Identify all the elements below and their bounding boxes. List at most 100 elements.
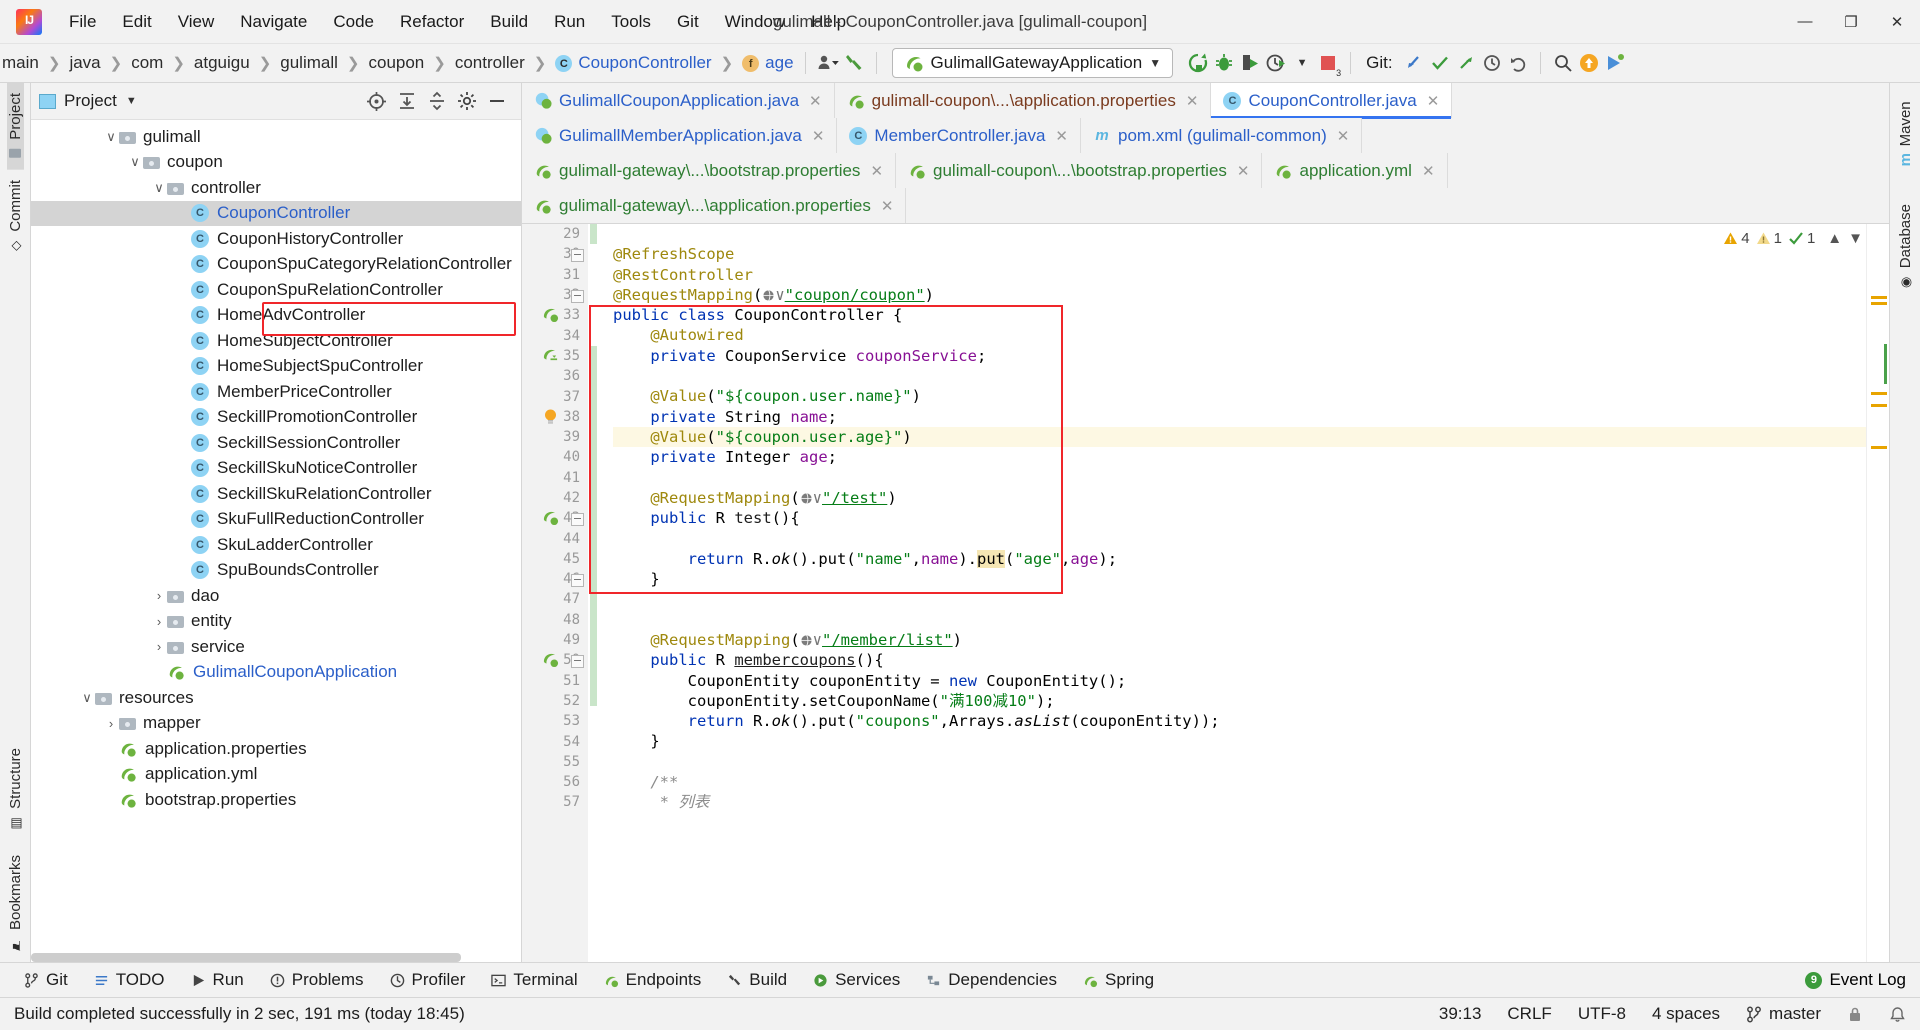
- gutter-line-48[interactable]: 48: [522, 610, 588, 630]
- sidebar-item-project[interactable]: Project: [6, 83, 24, 170]
- inspection-summary[interactable]: 4 1 1 ▲ ▼: [1723, 230, 1863, 247]
- gutter-line-31[interactable]: 31: [522, 265, 588, 285]
- chevron-right-icon[interactable]: ›: [151, 614, 167, 629]
- code-line-35[interactable]: private CouponService couponService;: [613, 346, 1889, 366]
- gear-icon[interactable]: [457, 91, 477, 111]
- code-line-53[interactable]: return R.ok().put("coupons",Arrays.asLis…: [613, 711, 1889, 731]
- gutter-line-45[interactable]: 45: [522, 549, 588, 569]
- gutter-line-55[interactable]: 55: [522, 752, 588, 772]
- code-line-32[interactable]: @RequestMapping(∨"coupon/coupon"): [613, 285, 1889, 305]
- spring-autowire-gutter-icon[interactable]: [542, 347, 560, 365]
- gutter-line-47[interactable]: 47: [522, 589, 588, 609]
- debug-icon[interactable]: [1211, 50, 1237, 76]
- menu-item-code[interactable]: Code: [320, 8, 387, 36]
- code-line-38[interactable]: private String name;: [613, 407, 1889, 427]
- tree-file-HomeSubjectSpuController[interactable]: C HomeSubjectSpuController: [31, 354, 521, 380]
- chevron-down-icon-2[interactable]: ▼: [1289, 50, 1315, 76]
- project-tree[interactable]: ∨ gulimall ∨ coupon ∨ controller C CouponContro…: [31, 120, 521, 962]
- intention-bulb-icon[interactable]: [542, 408, 560, 426]
- project-tree-horizontal-scrollbar[interactable]: [31, 953, 461, 962]
- tree-folder-dao[interactable]: › dao: [31, 583, 521, 609]
- ide-assistant-icon[interactable]: [1602, 50, 1628, 76]
- sidebar-item-commit[interactable]: ◇ Commit: [7, 170, 24, 264]
- history-icon[interactable]: [1479, 50, 1505, 76]
- build-hammer-icon[interactable]: [841, 50, 867, 76]
- close-button[interactable]: ✕: [1874, 0, 1920, 43]
- code-line-37[interactable]: @Value("${coupon.user.name}"): [613, 386, 1889, 406]
- tree-file-CouponSpuRelationController[interactable]: C CouponSpuRelationController: [31, 277, 521, 303]
- sidebar-item-bookmarks[interactable]: ⚑ Bookmarks: [7, 841, 24, 962]
- tree-file-application.properties[interactable]: application.properties: [31, 736, 521, 762]
- menu-item-refactor[interactable]: Refactor: [387, 8, 477, 36]
- line-separator[interactable]: CRLF: [1507, 1004, 1551, 1024]
- git-push-icon[interactable]: [1453, 50, 1479, 76]
- tool-window-terminal[interactable]: Terminal: [479, 967, 589, 993]
- hide-panel-icon[interactable]: [487, 91, 507, 111]
- search-icon[interactable]: [1550, 50, 1576, 76]
- tree-file-CouponController[interactable]: C CouponController: [31, 200, 521, 226]
- code-line-46[interactable]: }: [613, 569, 1889, 589]
- editor-tab-gulimallcouponapplication-java[interactable]: GulimallCouponApplication.java ✕: [522, 83, 835, 118]
- event-log-button[interactable]: 9 Event Log: [1805, 970, 1906, 990]
- tree-folder-controller[interactable]: ∨ controller: [31, 175, 521, 201]
- gutter-line-51[interactable]: 51: [522, 671, 588, 691]
- tree-folder-mapper[interactable]: › mapper: [31, 711, 521, 737]
- tool-window-profiler[interactable]: Profiler: [378, 967, 478, 993]
- breadcrumb-item-java[interactable]: java: [67, 53, 102, 73]
- tool-window-problems[interactable]: Problems: [258, 967, 376, 993]
- tool-window-endpoints[interactable]: Endpoints: [592, 967, 714, 993]
- code-fold-marker[interactable]: [571, 513, 584, 527]
- tool-window-todo[interactable]: TODO: [82, 967, 177, 993]
- menu-item-tools[interactable]: Tools: [598, 8, 664, 36]
- menu-item-window[interactable]: Window: [712, 8, 798, 36]
- breadcrumb-item-CouponController[interactable]: C CouponController: [553, 53, 713, 73]
- tree-folder-resources[interactable]: ∨ resources: [31, 685, 521, 711]
- code-line-43[interactable]: public R test(){: [613, 508, 1889, 528]
- editor-tab-gulimall-gateway-application-properties[interactable]: gulimall-gateway\...\application.propert…: [522, 188, 907, 223]
- gutter-line-36[interactable]: 36: [522, 366, 588, 386]
- editor-marker-bar[interactable]: [1866, 224, 1889, 962]
- breadcrumb-item-main[interactable]: main: [0, 53, 41, 73]
- chevron-down-icon[interactable]: ∨: [79, 690, 95, 706]
- spring-bean-gutter-icon[interactable]: [542, 509, 560, 527]
- menu-item-edit[interactable]: Edit: [109, 8, 164, 36]
- close-icon[interactable]: ✕: [812, 127, 825, 145]
- tree-file-CouponSpuCategoryRelationController[interactable]: C CouponSpuCategoryRelationController: [31, 252, 521, 278]
- gutter-line-57[interactable]: 57: [522, 792, 588, 812]
- tool-window-dependencies[interactable]: Dependencies: [914, 967, 1069, 993]
- tool-window-build[interactable]: Build: [715, 967, 799, 993]
- close-icon[interactable]: ✕: [1186, 92, 1199, 110]
- tree-folder-coupon[interactable]: ∨ coupon: [31, 150, 521, 176]
- run-configuration-selector[interactable]: GulimallGatewayApplication ▼: [891, 48, 1174, 78]
- tree-file-SkuFullReductionController[interactable]: C SkuFullReductionController: [31, 507, 521, 533]
- sidebar-item-database[interactable]: ◉ Database: [1897, 194, 1914, 300]
- sidebar-item-maven[interactable]: m Maven: [1897, 91, 1914, 176]
- code-line-29[interactable]: [613, 224, 1889, 244]
- menu-item-help[interactable]: Help: [798, 8, 859, 36]
- code-line-41[interactable]: [613, 468, 1889, 488]
- minimize-button[interactable]: —: [1782, 0, 1828, 43]
- code-line-49[interactable]: @RequestMapping(∨"/member/list"): [613, 630, 1889, 650]
- gutter-line-34[interactable]: 34: [522, 325, 588, 345]
- tree-file-SkuLadderController[interactable]: C SkuLadderController: [31, 532, 521, 558]
- gutter-line-54[interactable]: 54: [522, 731, 588, 751]
- code-fold-marker[interactable]: [571, 655, 584, 669]
- tool-window-run[interactable]: Run: [179, 967, 256, 993]
- breadcrumb-item-gulimall[interactable]: gulimall: [278, 53, 340, 73]
- menu-item-build[interactable]: Build: [477, 8, 541, 36]
- close-icon[interactable]: ✕: [881, 197, 894, 215]
- close-icon[interactable]: ✕: [1422, 162, 1435, 180]
- rerun-icon[interactable]: [1185, 50, 1211, 76]
- menu-item-git[interactable]: Git: [664, 8, 712, 36]
- tool-window-services[interactable]: Services: [801, 967, 912, 993]
- maximize-button[interactable]: ❐: [1828, 0, 1874, 43]
- breadcrumb-item-controller[interactable]: controller: [453, 53, 527, 73]
- code-line-55[interactable]: [613, 752, 1889, 772]
- tree-file-SeckillSkuRelationController[interactable]: C SeckillSkuRelationController: [31, 481, 521, 507]
- chevron-down-icon-project[interactable]: ▼: [126, 95, 137, 107]
- close-icon[interactable]: ✕: [1427, 92, 1440, 110]
- close-icon[interactable]: ✕: [1337, 127, 1350, 145]
- code-line-54[interactable]: }: [613, 731, 1889, 751]
- expand-all-icon[interactable]: [397, 91, 417, 111]
- file-encoding[interactable]: UTF-8: [1578, 1004, 1626, 1024]
